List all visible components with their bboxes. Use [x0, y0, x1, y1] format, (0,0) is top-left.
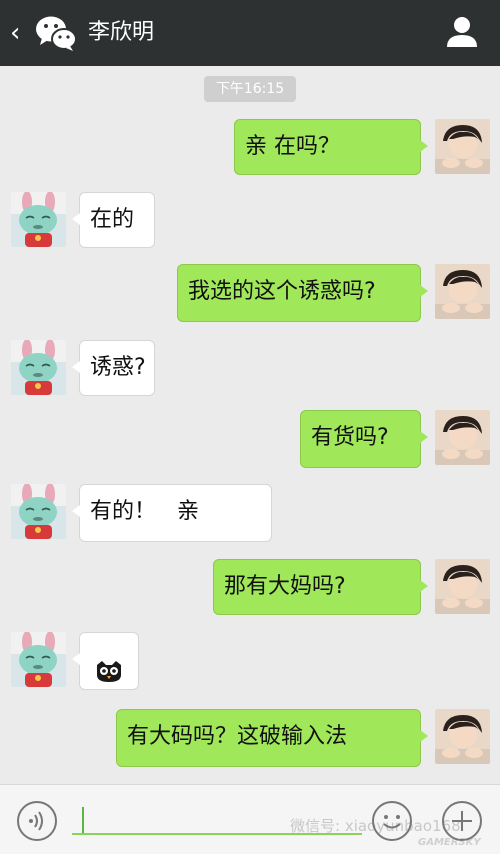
timestamp-badge: 下午16:15 [204, 76, 296, 102]
voice-icon[interactable] [17, 801, 57, 841]
avatar[interactable] [435, 119, 490, 174]
avatar[interactable] [435, 264, 490, 319]
avatar[interactable] [11, 484, 66, 539]
message-bubble-received[interactable]: 在的 [72, 192, 155, 248]
person-icon[interactable] [444, 14, 480, 50]
message-bubble-received[interactable]: 有的！ 亲 [72, 484, 272, 542]
avatar[interactable] [435, 410, 490, 465]
message-bubble-received[interactable] [72, 632, 139, 690]
avatar[interactable] [435, 709, 490, 764]
avatar[interactable] [11, 632, 66, 687]
input-bar: 微信号: xiaoyunbao168 GAMERSKY [0, 784, 500, 854]
message-bubble-sent[interactable]: 那有大妈吗? [213, 559, 428, 615]
chat-title: 李欣明 [88, 20, 155, 45]
avatar[interactable] [11, 192, 66, 247]
message-bubble-sent[interactable]: 有大码吗？这破输入法 [116, 709, 428, 767]
message-bubble-sent[interactable]: 亲 在吗？ [234, 119, 428, 175]
top-bar: ‹ 李欣明 [0, 0, 500, 66]
avatar[interactable] [11, 340, 66, 395]
chevron-left-icon[interactable]: ‹ [10, 16, 30, 50]
owl-emoji-icon [94, 650, 124, 682]
wechat-icon [34, 13, 78, 53]
plus-icon[interactable] [442, 801, 482, 841]
avatar[interactable] [435, 559, 490, 614]
message-bubble-received[interactable]: 诱惑? [72, 340, 155, 396]
message-bubble-sent[interactable]: 我选的这个诱惑吗? [177, 264, 428, 322]
smiley-icon[interactable] [372, 801, 412, 841]
message-bubble-sent[interactable]: 有货吗? [300, 410, 428, 468]
text-cursor [82, 807, 84, 833]
